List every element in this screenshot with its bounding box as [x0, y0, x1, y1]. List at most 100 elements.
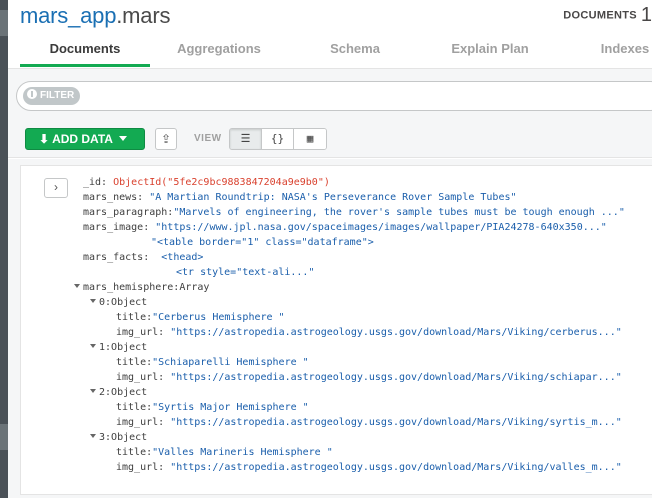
array-item[interactable]: 2:Object — [90, 385, 147, 400]
field-title: title:"Syrtis Major Hemisphere " — [116, 400, 309, 415]
field-img-url: img_url: "https://astropedia.astrogeolog… — [116, 325, 622, 340]
field-type: Object — [111, 387, 148, 398]
field-key: title: — [116, 312, 153, 323]
chevron-down-icon[interactable] — [74, 284, 80, 288]
field-value-continuation: <tr style="text-ali..." — [176, 265, 314, 280]
tab-documents[interactable]: Documents — [20, 36, 150, 67]
filter-pill[interactable]: FILTER — [23, 87, 81, 105]
table-view-icon: ▦ — [306, 132, 314, 145]
query-bar: FILTER — [8, 68, 652, 120]
database-name[interactable]: mars_app — [20, 3, 116, 28]
documents-toolbar: ⬇ ADD DATA ⇪ VIEW ☰ {} ▦ — [8, 120, 652, 158]
field-img-url: img_url: "https://astropedia.astrogeolog… — [116, 460, 622, 475]
field-key: mars_paragraph: — [83, 207, 174, 218]
list-view-button[interactable]: ☰ — [230, 129, 262, 149]
document-card: › _id: ObjectId("5fe2c9bc9883847204a9e9b… — [20, 165, 652, 495]
field-key: img_url: — [116, 327, 165, 338]
field-value: "https://astropedia.astrogeology.usgs.go… — [170, 462, 622, 473]
sidebar-segment — [0, 10, 8, 36]
field-value: "https://astropedia.astrogeology.usgs.go… — [170, 327, 622, 338]
field-title: title:"Valles Marineris Hemisphere " — [116, 445, 333, 460]
field-value: "https://astropedia.astrogeology.usgs.go… — [170, 372, 622, 383]
field-value: "https://astropedia.astrogeology.usgs.go… — [170, 417, 622, 428]
tab-explain-plan[interactable]: Explain Plan — [428, 36, 552, 67]
filter-input[interactable]: FILTER — [16, 81, 652, 111]
field-key: mars_hemisphere: — [83, 282, 180, 293]
field-value: "Marvels of engineering, the rover's sam… — [173, 207, 625, 218]
document-count-value: 1 — [640, 4, 652, 26]
array-index: 0: — [99, 297, 112, 308]
field-title: title:"Schiaparelli Hemisphere " — [116, 355, 309, 370]
field-type: Array — [179, 282, 210, 293]
sidebar-segment — [0, 424, 8, 450]
export-icon: ⇪ — [160, 132, 172, 146]
chevron-down-icon[interactable] — [90, 434, 96, 438]
array-index: 1: — [99, 342, 112, 353]
document-count: DOCUMENTS 1 — [563, 4, 652, 27]
field-value: ObjectId("5fe2c9bc9883847204a9e9b0") — [113, 177, 330, 188]
field-id: _id: ObjectId("5fe2c9bc9883847204a9e9b0"… — [83, 175, 330, 190]
array-item[interactable]: 3:Object — [90, 430, 147, 445]
field-mars-news: mars_news: "A Martian Roundtrip: NASA's … — [83, 190, 517, 205]
field-key: title: — [116, 447, 153, 458]
field-title: title:"Cerberus Hemisphere " — [116, 310, 285, 325]
table-view-button[interactable]: ▦ — [294, 129, 326, 149]
field-value: "A Martian Roundtrip: NASA's Perseveranc… — [149, 192, 517, 203]
chevron-down-icon[interactable] — [90, 299, 96, 303]
field-key: title: — [116, 357, 153, 368]
field-value: "Cerberus Hemisphere " — [152, 312, 285, 323]
field-value: "Schiaparelli Hemisphere " — [152, 357, 309, 368]
field-img-url: img_url: "https://astropedia.astrogeolog… — [116, 370, 622, 385]
document-count-label: DOCUMENTS — [563, 9, 637, 22]
collection-namespace: mars_app.mars — [20, 3, 170, 29]
field-key: img_url: — [116, 372, 165, 383]
field-type: Object — [111, 432, 148, 443]
json-view-button[interactable]: {} — [262, 129, 294, 149]
chevron-down-icon[interactable] — [90, 344, 96, 348]
array-item[interactable]: 0:Object — [90, 295, 147, 310]
field-type: Object — [111, 297, 148, 308]
field-key: img_url: — [116, 462, 165, 473]
field-value-continuation: "<table border="1" class="dataframe"> — [151, 235, 374, 250]
field-value: <thead> — [161, 252, 204, 263]
field-type: Object — [111, 342, 148, 353]
expand-document-button[interactable]: › — [44, 178, 68, 198]
chevron-down-icon[interactable] — [90, 389, 96, 393]
add-data-button[interactable]: ⬇ ADD DATA — [25, 128, 145, 150]
field-value: "https://www.jpl.nasa.gov/spaceimages/im… — [155, 222, 607, 233]
field-key: mars_facts: — [83, 252, 150, 263]
view-mode-switcher: ☰ {} ▦ — [229, 128, 327, 150]
array-item[interactable]: 1:Object — [90, 340, 147, 355]
field-key: mars_news: — [83, 192, 144, 203]
documents-list: › _id: ObjectId("5fe2c9bc9883847204a9e9b… — [8, 159, 652, 498]
view-label: VIEW — [194, 133, 222, 144]
add-data-label: ADD DATA — [52, 132, 113, 146]
export-button[interactable]: ⇪ — [155, 128, 177, 150]
field-key: title: — [116, 402, 153, 413]
array-index: 2: — [99, 387, 112, 398]
field-value: "Syrtis Major Hemisphere " — [152, 402, 309, 413]
field-key: _id: — [83, 177, 108, 188]
field-mars-paragraph: mars_paragraph:"Marvels of engineering, … — [83, 205, 625, 220]
tab-schema[interactable]: Schema — [308, 36, 402, 67]
list-view-icon: ☰ — [240, 132, 251, 145]
field-value: "Valles Marineris Hemisphere " — [152, 447, 333, 458]
field-mars-facts: mars_facts: <thead> — [83, 250, 203, 265]
chevron-down-icon — [118, 136, 127, 141]
array-index: 3: — [99, 432, 112, 443]
field-value: <tr style="text-ali..." — [176, 267, 315, 278]
tab-indexes[interactable]: Indexes — [588, 36, 652, 67]
chevron-right-icon: › — [54, 180, 58, 194]
json-view-icon: {} — [270, 132, 285, 145]
collection-tabs: Documents Aggregations Schema Explain Pl… — [8, 36, 652, 67]
tab-aggregations[interactable]: Aggregations — [158, 36, 280, 67]
filter-label: FILTER — [40, 90, 75, 101]
field-mars-image: mars_image: "https://www.jpl.nasa.gov/sp… — [83, 220, 607, 235]
collection-name: mars — [122, 3, 171, 28]
field-mars-hemisphere[interactable]: mars_hemisphere:Array — [74, 280, 209, 295]
field-key: mars_image: — [83, 222, 150, 233]
field-key: img_url: — [116, 417, 165, 428]
field-img-url: img_url: "https://astropedia.astrogeolog… — [116, 415, 622, 430]
download-icon: ⬇ — [39, 132, 50, 146]
info-icon — [27, 89, 37, 99]
